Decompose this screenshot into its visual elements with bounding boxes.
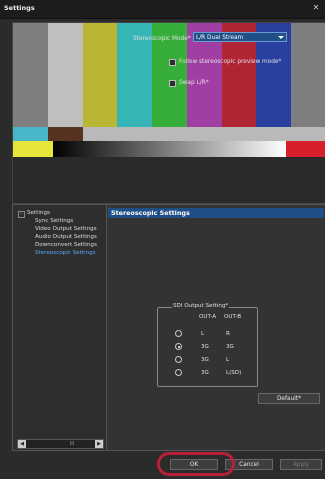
sdi-row-4-out-b: L(SD) bbox=[226, 370, 242, 376]
cancel-button[interactable]: Cancel bbox=[225, 459, 273, 470]
tree-item-stereoscopic-settings[interactable]: Stereoscopic Settings bbox=[35, 250, 96, 256]
sdi-row-1-out-b: R bbox=[226, 331, 230, 337]
color-bars-gradient bbox=[13, 141, 325, 157]
gray-ramp bbox=[53, 141, 286, 157]
yellow-bar bbox=[13, 141, 53, 157]
tree-horizontal-scrollbar[interactable]: ◀ III ▶ bbox=[17, 439, 104, 449]
mid-bar-5 bbox=[152, 127, 187, 141]
stereoscopic-mode-label: Stereoscopic Mode* bbox=[133, 36, 191, 42]
settings-tree: - Settings Sync Settings Video Output Se… bbox=[13, 205, 107, 450]
sdi-radio-row-2[interactable] bbox=[175, 343, 182, 350]
mid-bar-7 bbox=[221, 127, 257, 141]
chevron-down-icon bbox=[278, 36, 284, 39]
mid-bar-8 bbox=[256, 127, 292, 141]
mid-bar-9 bbox=[291, 127, 325, 141]
swap-lr-checkbox[interactable] bbox=[169, 80, 176, 87]
mid-bar-4 bbox=[117, 127, 153, 141]
collapse-icon[interactable]: - bbox=[18, 211, 25, 218]
scroll-left-icon[interactable]: ◀ bbox=[18, 440, 26, 448]
apply-button[interactable]: Apply bbox=[280, 459, 322, 470]
default-button[interactable]: Default* bbox=[258, 393, 320, 404]
top-bar-9 bbox=[291, 23, 325, 127]
sdi-row-1-out-a: L bbox=[201, 331, 205, 337]
follow-preview-checkbox[interactable] bbox=[169, 59, 176, 66]
color-bars-middle bbox=[13, 127, 325, 141]
top-bar-3 bbox=[82, 23, 118, 127]
sdi-row-4-out-a: 3G bbox=[201, 370, 209, 376]
tree-root-settings[interactable]: Settings bbox=[27, 210, 50, 216]
close-icon[interactable]: ✕ bbox=[311, 3, 321, 13]
section-header: Stereoscopic Settings bbox=[108, 208, 324, 218]
sdi-row-3-out-b: L bbox=[226, 357, 230, 363]
scroll-right-icon[interactable]: ▶ bbox=[95, 440, 103, 448]
mid-bar-2 bbox=[47, 127, 83, 141]
color-bars-bottom bbox=[13, 157, 325, 203]
sdi-col-out-a: OUT-A bbox=[199, 314, 217, 320]
stereoscopic-mode-value: L/R Dual Stream bbox=[196, 35, 244, 41]
sdi-radio-row-3[interactable] bbox=[175, 356, 182, 363]
window-title: Settings bbox=[4, 4, 35, 12]
top-bar-1 bbox=[13, 23, 48, 127]
tree-item-audio-output-settings[interactable]: Audio Output Settings bbox=[35, 234, 97, 240]
ok-button[interactable]: OK bbox=[170, 459, 218, 470]
stereoscopic-mode-dropdown[interactable]: L/R Dual Stream bbox=[193, 32, 287, 42]
top-bar-2 bbox=[47, 23, 83, 127]
mid-bar-6 bbox=[186, 127, 222, 141]
follow-preview-label: Follow stereoscopic preview mode* bbox=[179, 59, 282, 65]
mid-bar-1 bbox=[13, 127, 48, 141]
tree-item-sync-settings[interactable]: Sync Settings bbox=[35, 218, 73, 224]
title-bar: Settings ✕ bbox=[0, 0, 325, 19]
sdi-row-2-out-b: 3G bbox=[226, 344, 234, 350]
sdi-row-3-out-a: 3G bbox=[201, 357, 209, 363]
sdi-col-out-b: OUT-B bbox=[224, 314, 242, 320]
sdi-radio-row-1[interactable] bbox=[175, 330, 182, 337]
tree-item-video-output-settings[interactable]: Video Output Settings bbox=[35, 226, 97, 232]
sdi-output-title: SDI Output Setting* bbox=[172, 303, 230, 309]
tree-item-downconvert-settings[interactable]: Downconvert Settings bbox=[35, 242, 97, 248]
sdi-radio-row-4[interactable] bbox=[175, 369, 182, 376]
mid-bar-3 bbox=[82, 127, 118, 141]
swap-lr-label: Swap L/R* bbox=[179, 80, 209, 86]
sdi-row-2-out-a: 3G bbox=[201, 344, 209, 350]
preview-color-bars bbox=[12, 22, 325, 204]
scroll-thumb[interactable]: III bbox=[62, 441, 82, 447]
red-bar bbox=[286, 141, 325, 157]
